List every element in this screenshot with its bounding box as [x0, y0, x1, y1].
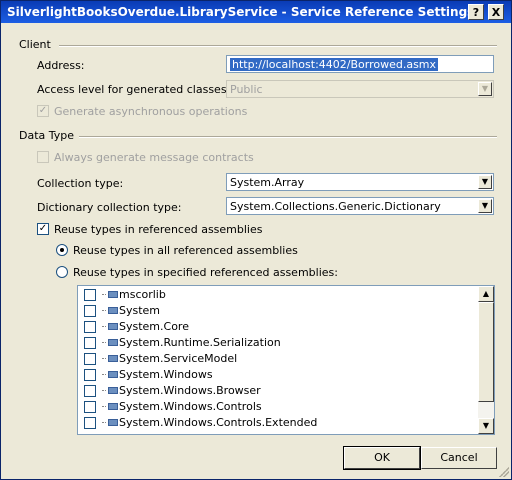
assembly-name: System.Windows.Controls.Extended [119, 416, 318, 429]
tree-connector [102, 374, 106, 376]
reuse-specified-label: Reuse types in specified referenced asse… [73, 266, 338, 279]
scroll-up-icon[interactable]: ▲ [478, 286, 494, 302]
scroll-thumb[interactable] [478, 302, 494, 402]
assembly-name: System [119, 304, 161, 317]
list-item[interactable]: System.Windows.Controls [82, 399, 472, 415]
async-operations-checkbox[interactable]: ✓ [37, 105, 49, 117]
list-item[interactable]: mscorlib [82, 287, 472, 303]
client-section-label: Client [19, 38, 51, 51]
address-input[interactable]: http://localhost:4402/Borrowed.asmx [226, 55, 494, 73]
collection-type-value: System.Array [230, 176, 305, 189]
assembly-checkbox[interactable] [84, 289, 96, 301]
async-operations-label: Generate asynchronous operations [54, 105, 248, 118]
address-label: Address: [37, 59, 85, 72]
assembly-name: System.Runtime.Serialization [119, 336, 281, 349]
address-value: http://localhost:4402/Borrowed.asmx [230, 58, 439, 71]
access-level-select[interactable]: Public ▼ [226, 80, 494, 98]
help-button[interactable]: ? [468, 4, 484, 20]
list-item[interactable]: System.Core [82, 319, 472, 335]
data-type-section-label: Data Type [19, 129, 75, 142]
assembly-checkbox[interactable] [84, 401, 96, 413]
list-item[interactable]: System [82, 303, 472, 319]
assembly-checkbox[interactable] [84, 321, 96, 333]
tree-connector [102, 422, 106, 424]
dictionary-type-select[interactable]: System.Collections.Generic.Dictionary ▼ [226, 197, 494, 215]
message-contracts-label: Always generate message contracts [54, 151, 254, 164]
assembly-name: System.Windows.Browser [119, 384, 261, 397]
window-title: SilverlightBooksOverdue.LibraryService -… [7, 5, 475, 19]
reuse-specified-radio[interactable] [56, 266, 68, 278]
title-bar[interactable]: SilverlightBooksOverdue.LibraryService -… [1, 1, 511, 23]
assembly-icon [108, 339, 118, 346]
collection-type-label: Collection type: [37, 177, 124, 190]
list-item[interactable]: System.Runtime.Serialization [82, 335, 472, 351]
reuse-types-label: Reuse types in referenced assemblies [54, 223, 263, 236]
collection-type-select[interactable]: System.Array ▼ [226, 173, 494, 191]
tree-connector [102, 342, 106, 344]
scroll-down-icon[interactable]: ▼ [478, 418, 494, 434]
list-item[interactable]: System.Windows.Controls.Extended [82, 415, 472, 431]
assembly-checkbox[interactable] [84, 417, 96, 429]
assembly-checkbox[interactable] [84, 353, 96, 365]
access-level-value: Public [230, 83, 263, 96]
assembly-checkbox[interactable] [84, 369, 96, 381]
assembly-checkbox[interactable] [84, 305, 96, 317]
assembly-name: System.Core [119, 320, 189, 333]
cancel-button[interactable]: Cancel [421, 447, 497, 469]
reuse-all-radio[interactable] [56, 244, 68, 256]
chevron-down-icon: ▼ [478, 82, 492, 96]
assembly-name: System.Windows [119, 368, 213, 381]
message-contracts-checkbox[interactable] [37, 151, 49, 163]
list-item[interactable]: System.Windows [82, 367, 472, 383]
assembly-checkbox[interactable] [84, 337, 96, 349]
chevron-down-icon[interactable]: ▼ [478, 199, 492, 213]
assembly-icon [108, 387, 118, 394]
assembly-icon [108, 371, 118, 378]
tree-connector [102, 406, 106, 408]
access-level-label: Access level for generated classes: [37, 83, 231, 96]
service-reference-settings-dialog: SilverlightBooksOverdue.LibraryService -… [0, 0, 512, 480]
chevron-down-icon[interactable]: ▼ [478, 175, 492, 189]
tree-connector [102, 358, 106, 360]
close-button[interactable]: X [488, 4, 504, 20]
assembly-icon [108, 355, 118, 362]
assemblies-list[interactable]: mscorlib System System.Core System.Runtime.… [77, 285, 495, 435]
tree-connector [102, 310, 106, 312]
list-item[interactable]: System.ServiceModel [82, 351, 472, 367]
assembly-icon [108, 403, 118, 410]
dictionary-type-value: System.Collections.Generic.Dictionary [230, 200, 441, 213]
dictionary-type-label: Dictionary collection type: [37, 201, 182, 214]
client-separator [59, 45, 497, 47]
assembly-name: System.Windows.Controls [119, 400, 262, 413]
assemblies-scrollbar[interactable]: ▲ ▼ [478, 286, 494, 434]
assembly-icon [108, 291, 118, 298]
assembly-icon [108, 323, 118, 330]
reuse-types-checkbox[interactable]: ✓ [37, 223, 49, 235]
assembly-icon [108, 419, 118, 426]
data-type-separator [79, 136, 497, 138]
tree-connector [102, 326, 106, 328]
reuse-all-label: Reuse types in all referenced assemblies [73, 244, 298, 257]
tree-connector [102, 390, 106, 392]
assembly-name: System.ServiceModel [119, 352, 238, 365]
assembly-checkbox[interactable] [84, 385, 96, 397]
list-item[interactable]: System.Windows.Browser [82, 383, 472, 399]
assembly-name: mscorlib [119, 288, 166, 301]
resize-grip-icon[interactable] [499, 467, 509, 477]
assembly-icon [108, 307, 118, 314]
ok-button[interactable]: OK [343, 446, 421, 470]
tree-connector [102, 294, 106, 296]
